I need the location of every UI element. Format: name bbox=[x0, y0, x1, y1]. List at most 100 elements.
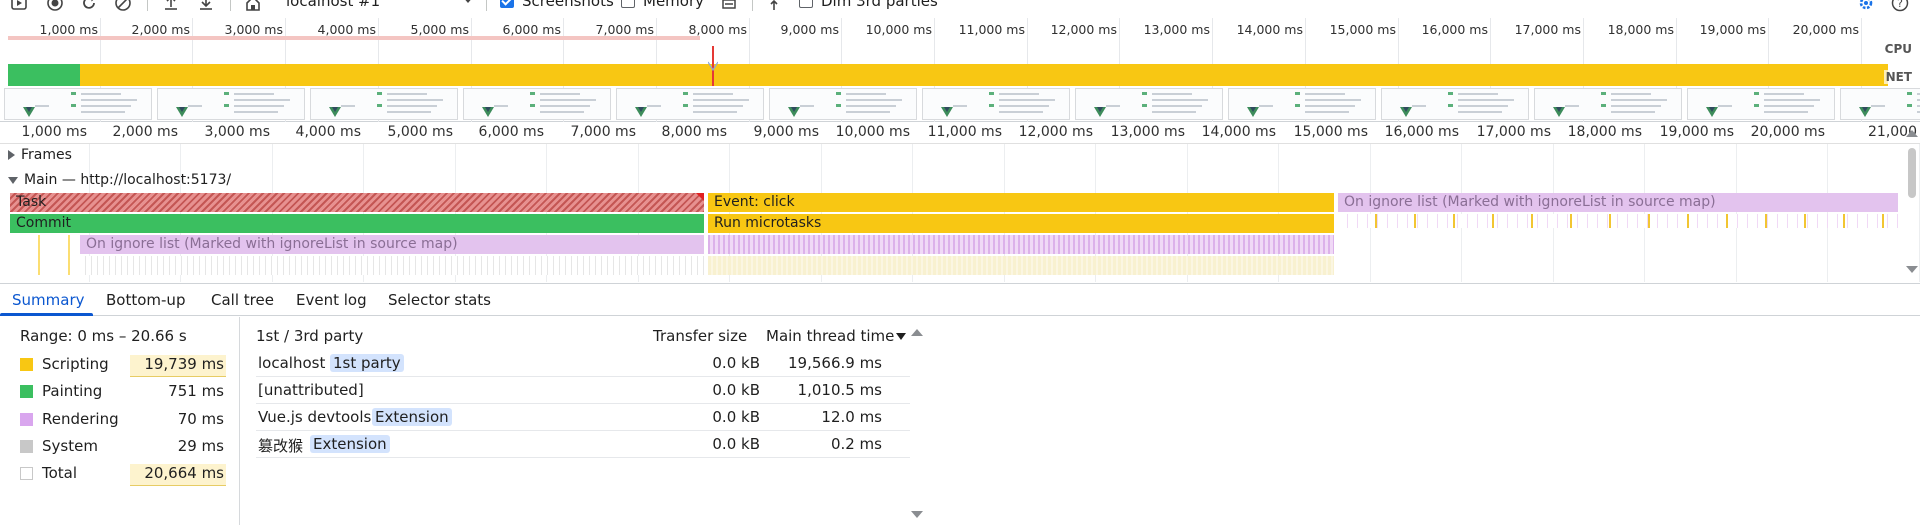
checkbox-unchecked-icon[interactable] bbox=[799, 0, 813, 8]
flame-commit[interactable]: Commit bbox=[10, 214, 704, 233]
screenshot-thumbnail[interactable] bbox=[616, 88, 764, 120]
thumb-line bbox=[647, 105, 661, 107]
column-header-transfer[interactable]: Transfer size bbox=[653, 327, 747, 345]
party-badge: Extension bbox=[310, 435, 390, 453]
overview-tick-label: 21,0 bbox=[1872, 22, 1920, 37]
screenshot-thumbnail[interactable] bbox=[769, 88, 917, 120]
overview-tick-label: 14,000 ms bbox=[1236, 22, 1303, 37]
thumb-line bbox=[800, 105, 814, 107]
table-row[interactable]: localhost 1st party 0.0 kB 19,566.9 ms bbox=[256, 350, 910, 377]
thumb-line bbox=[693, 105, 743, 107]
table-row[interactable]: [unattributed] 0.0 kB 1,010.5 ms bbox=[256, 377, 910, 404]
cpu-scripting-area bbox=[80, 64, 1888, 86]
checkbox-unchecked-icon[interactable] bbox=[621, 0, 635, 8]
flame-chart[interactable]: Frames Main — http://localhost:5173/ Tas… bbox=[0, 144, 1904, 282]
thumb-line bbox=[540, 105, 590, 107]
column-header-main-thread[interactable]: Main thread time bbox=[766, 327, 907, 345]
scroll-down-icon[interactable] bbox=[1906, 266, 1918, 273]
flame-ignore-list[interactable]: On ignore list (Marked with ignoreList i… bbox=[1338, 193, 1898, 212]
ruler-tick-label: 6,000 ms bbox=[478, 124, 544, 140]
thumb-line bbox=[1152, 93, 1192, 95]
screenshot-thumbnail[interactable] bbox=[1840, 88, 1920, 120]
screenshot-thumbnail[interactable] bbox=[1075, 88, 1223, 120]
overview-tick-label: 7,000 ms bbox=[595, 22, 654, 37]
timeline-overview[interactable]: 1,000 ms 2,000 ms 3,000 ms 4,000 ms 5,000 ms… bbox=[0, 18, 1920, 122]
overview-selection-marker[interactable] bbox=[708, 46, 718, 86]
ruler-tick-label: 10,000 ms bbox=[835, 124, 910, 140]
screenshot-thumbnail[interactable] bbox=[1534, 88, 1682, 120]
screenshots-strip[interactable] bbox=[0, 86, 1920, 120]
toolbar-divider bbox=[147, 0, 148, 11]
main-track-header[interactable]: Main — http://localhost:5173/ bbox=[8, 172, 231, 188]
tab-event-log[interactable]: Event log bbox=[296, 291, 367, 309]
reload-icon[interactable] bbox=[80, 0, 98, 12]
checkbox-checked-icon[interactable] bbox=[500, 0, 514, 8]
table-row[interactable]: 篡改猴 Extension 0.0 kB 0.2 ms bbox=[256, 431, 910, 458]
frames-track-header[interactable]: Frames bbox=[8, 147, 72, 163]
flame-small-tasks bbox=[708, 256, 1334, 275]
memory-checkbox[interactable]: Memory bbox=[621, 0, 704, 11]
help-icon[interactable]: ? bbox=[1891, 0, 1909, 12]
target-select[interactable]: localhost #1 bbox=[286, 0, 474, 12]
collapse-arrow-icon[interactable] bbox=[8, 176, 18, 184]
flame-small-tasks bbox=[708, 235, 1334, 254]
home-icon[interactable] bbox=[244, 0, 262, 12]
screenshot-thumbnail[interactable] bbox=[1381, 88, 1529, 120]
flame-task[interactable]: Task bbox=[10, 193, 704, 212]
tab-bottom-up[interactable]: Bottom-up bbox=[106, 291, 185, 309]
screenshot-thumbnail[interactable] bbox=[157, 88, 305, 120]
thumb-mark bbox=[1907, 104, 1912, 107]
record-icon[interactable] bbox=[10, 0, 28, 12]
thumb-line bbox=[81, 99, 137, 101]
table-scroll-down-icon[interactable] bbox=[911, 511, 923, 518]
thumb-line bbox=[387, 111, 431, 113]
thumb-mark bbox=[683, 104, 688, 107]
party-name: [unattributed] bbox=[258, 381, 364, 399]
memory-label: Memory bbox=[643, 0, 705, 10]
thumb-line bbox=[1259, 105, 1273, 107]
tab-summary[interactable]: Summary bbox=[12, 291, 85, 309]
screenshot-thumbnail[interactable] bbox=[1228, 88, 1376, 120]
thumb-line bbox=[234, 99, 290, 101]
tab-selector-stats[interactable]: Selector stats bbox=[388, 291, 491, 309]
thumb-line bbox=[1305, 105, 1355, 107]
dim-3rd-parties-checkbox[interactable]: Dim 3rd parties bbox=[799, 0, 938, 11]
flame-event-click[interactable]: Event: click bbox=[708, 193, 1334, 212]
scrollbar-thumb[interactable] bbox=[1908, 148, 1916, 198]
thumb-line bbox=[693, 93, 733, 95]
column-header-party[interactable]: 1st / 3rd party bbox=[256, 327, 363, 345]
ruler-tick-label: 2,000 ms bbox=[112, 124, 178, 140]
download-icon[interactable] bbox=[197, 0, 215, 12]
thumb-line bbox=[1458, 105, 1508, 107]
flame-run-microtasks[interactable]: Run microtasks bbox=[708, 214, 1334, 233]
screenshot-thumbnail[interactable] bbox=[463, 88, 611, 120]
scroll-up-icon[interactable] bbox=[1906, 130, 1918, 137]
vue-logo-icon bbox=[23, 107, 35, 117]
thumb-line bbox=[999, 111, 1043, 113]
thumb-line bbox=[234, 111, 278, 113]
network-throttle-icon[interactable] bbox=[765, 0, 783, 12]
screenshot-thumbnail[interactable] bbox=[4, 88, 152, 120]
ruler-tick-label: 15,000 ms bbox=[1293, 124, 1368, 140]
capture-settings-icon[interactable] bbox=[720, 0, 738, 12]
expand-arrow-icon[interactable] bbox=[8, 150, 15, 160]
ruler-tick-label: 7,000 ms bbox=[570, 124, 636, 140]
ruler-tick-label: 3,000 ms bbox=[204, 124, 270, 140]
tab-call-tree[interactable]: Call tree bbox=[211, 291, 274, 309]
clear-icon[interactable] bbox=[114, 0, 132, 12]
reload-record-icon[interactable] bbox=[46, 0, 64, 12]
scripting-swatch bbox=[20, 358, 33, 371]
screenshot-thumbnail[interactable] bbox=[1687, 88, 1835, 120]
screenshots-checkbox[interactable]: Screenshots bbox=[500, 0, 614, 11]
thumb-mark bbox=[377, 104, 382, 107]
overview-tick-label: 13,000 ms bbox=[1143, 22, 1210, 37]
screenshot-thumbnail[interactable] bbox=[922, 88, 1070, 120]
screenshot-thumbnail[interactable] bbox=[310, 88, 458, 120]
table-scroll-up-icon[interactable] bbox=[911, 329, 923, 336]
table-row[interactable]: Vue.js devtools Extension 0.0 kB 12.0 ms bbox=[256, 404, 910, 431]
thumb-line bbox=[341, 105, 355, 107]
thumb-mark bbox=[530, 104, 535, 107]
flame-ignore-list[interactable]: On ignore list (Marked with ignoreList i… bbox=[80, 235, 704, 254]
upload-icon[interactable] bbox=[162, 0, 180, 12]
settings-gear-icon[interactable] bbox=[1857, 0, 1875, 12]
